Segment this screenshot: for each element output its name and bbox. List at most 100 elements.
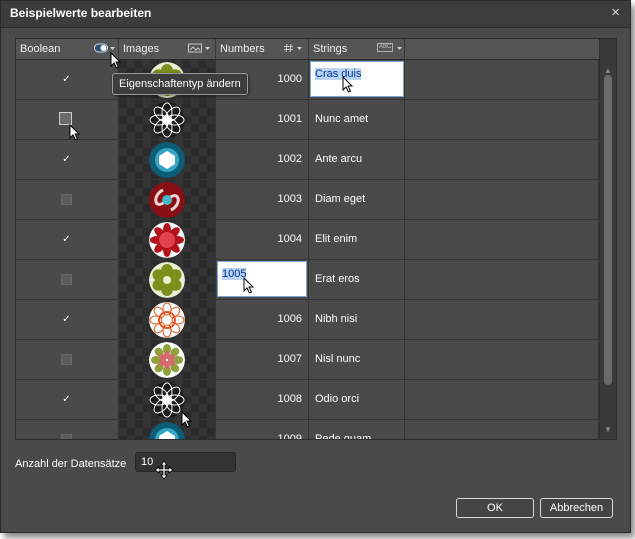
checkbox[interactable] (61, 274, 72, 285)
checkbox[interactable]: ✓ (61, 234, 72, 245)
checkbox[interactable] (61, 354, 72, 365)
close-icon[interactable]: × (611, 4, 620, 21)
string-cell[interactable]: Odio orci (309, 380, 405, 419)
empty-cell (405, 180, 599, 219)
image-cell[interactable] (119, 220, 216, 259)
boolean-cell[interactable]: ✓ (16, 380, 119, 419)
boolean-cell[interactable] (16, 340, 119, 379)
checkbox[interactable]: ✓ (61, 394, 72, 405)
column-header-numbers[interactable]: Numbers (216, 39, 309, 59)
boolean-cell[interactable]: ✓ (16, 300, 119, 339)
number-cell[interactable]: 1007 (216, 340, 309, 379)
scroll-down-icon[interactable]: ▼ (604, 425, 612, 434)
image-cell[interactable] (119, 340, 216, 379)
table-row[interactable]: ✓ 1002 Ante arcu (16, 140, 599, 180)
string-cell[interactable]: Cras duis (309, 60, 405, 99)
table-row[interactable]: ✓ 1000 Cras duis (16, 60, 599, 100)
empty-cell (405, 420, 599, 439)
string-cell[interactable]: Nisl nunc (309, 340, 405, 379)
number-value: 1006 (277, 313, 302, 325)
scroll-thumb[interactable] (604, 75, 612, 385)
empty-cell (405, 340, 599, 379)
column-header-images[interactable]: Images (119, 39, 216, 59)
image-cell[interactable] (119, 260, 216, 299)
boolean-cell[interactable] (16, 100, 119, 139)
boolean-cell[interactable]: ✓ (16, 140, 119, 179)
string-value: Nibh nisi (315, 313, 358, 325)
title-bar: Beispielwerte bearbeiten × (1, 1, 630, 28)
number-cell[interactable]: 1005 (216, 260, 309, 299)
image-cell[interactable] (119, 300, 216, 339)
checkbox[interactable] (59, 112, 72, 125)
number-cell[interactable]: 1002 (216, 140, 309, 179)
string-value: Erat eros (315, 273, 360, 285)
table-row[interactable]: 1005 Erat eros (16, 260, 599, 300)
empty-cell (405, 220, 599, 259)
string-editor[interactable]: Cras duis (310, 61, 404, 97)
data-grid: Boolean Images Numbers Strings ABC ✓ 100… (15, 38, 617, 440)
table-row[interactable]: 1001 Nunc amet (16, 100, 599, 140)
string-cell[interactable]: Nibh nisi (309, 300, 405, 339)
table-row[interactable]: 1009 Pede quam (16, 420, 599, 439)
string-cell[interactable]: Elit enim (309, 220, 405, 259)
hash-icon[interactable] (283, 43, 305, 55)
toggle-icon[interactable] (94, 43, 116, 55)
teal-ring-icon (149, 142, 185, 178)
number-value: 1008 (277, 393, 302, 405)
checkbox[interactable]: ✓ (61, 74, 72, 85)
column-header-boolean[interactable]: Boolean (16, 39, 119, 59)
record-count-label: Anzahl der Datensätze (15, 458, 127, 470)
table-row[interactable]: 1003 Diam eget (16, 180, 599, 220)
boolean-cell[interactable] (16, 180, 119, 219)
number-value: 1009 (277, 433, 302, 439)
dialog-title: Beispielwerte bearbeiten (10, 6, 152, 20)
number-cell[interactable]: 1009 (216, 420, 309, 439)
image-cell[interactable] (119, 420, 216, 439)
number-value: 1003 (277, 193, 302, 205)
number-value: 1002 (277, 153, 302, 165)
boolean-cell[interactable] (16, 260, 119, 299)
ok-button[interactable]: OK (456, 498, 534, 518)
string-cell[interactable]: Nunc amet (309, 100, 405, 139)
scroll-up-icon[interactable]: ▲ (604, 66, 612, 75)
abc-icon[interactable]: ABC (377, 43, 404, 55)
table-row[interactable]: ✓ 1004 Elit enim (16, 220, 599, 260)
image-icon[interactable] (188, 43, 212, 55)
number-cell[interactable]: 1003 (216, 180, 309, 219)
grid-body: ✓ 1000 Cras duis 1001 Nunc amet ✓ 1002 Ante arc… (16, 60, 599, 439)
red-swirl-icon (149, 182, 185, 218)
record-count-input[interactable]: 10 (135, 452, 236, 472)
vertical-scrollbar[interactable]: ▲ ▼ (599, 39, 616, 439)
number-cell[interactable]: 1006 (216, 300, 309, 339)
string-value: Pede quam (315, 433, 372, 439)
image-cell[interactable] (119, 180, 216, 219)
string-cell[interactable]: Pede quam (309, 420, 405, 439)
string-cell[interactable]: Ante arcu (309, 140, 405, 179)
pink-green-flower-icon (149, 342, 185, 378)
string-cell[interactable]: Erat eros (309, 260, 405, 299)
number-cell[interactable]: 1004 (216, 220, 309, 259)
number-cell[interactable]: 1008 (216, 380, 309, 419)
image-cell[interactable] (119, 140, 216, 179)
number-cell[interactable]: 1001 (216, 100, 309, 139)
checkbox[interactable] (61, 194, 72, 205)
string-value: Nunc amet (315, 113, 369, 125)
checkbox[interactable] (61, 434, 72, 439)
string-cell[interactable]: Diam eget (309, 180, 405, 219)
table-row[interactable]: 1007 Nisl nunc (16, 340, 599, 380)
image-cell[interactable] (119, 100, 216, 139)
number-editor[interactable]: 1005 (217, 261, 307, 297)
image-cell[interactable] (119, 380, 216, 419)
table-row[interactable]: ✓ 1008 Odio orci (16, 380, 599, 420)
column-label: Strings (313, 43, 348, 55)
abc-label: ABC (377, 43, 394, 52)
boolean-cell[interactable] (16, 420, 119, 439)
boolean-cell[interactable]: ✓ (16, 60, 119, 99)
cancel-button[interactable]: Abbrechen (540, 498, 613, 518)
column-header-strings[interactable]: Strings ABC (309, 39, 405, 59)
table-row[interactable]: ✓ 1006 Nibh nisi (16, 300, 599, 340)
checkbox[interactable]: ✓ (61, 314, 72, 325)
number-value: 1004 (277, 233, 302, 245)
boolean-cell[interactable]: ✓ (16, 220, 119, 259)
checkbox[interactable]: ✓ (61, 154, 72, 165)
